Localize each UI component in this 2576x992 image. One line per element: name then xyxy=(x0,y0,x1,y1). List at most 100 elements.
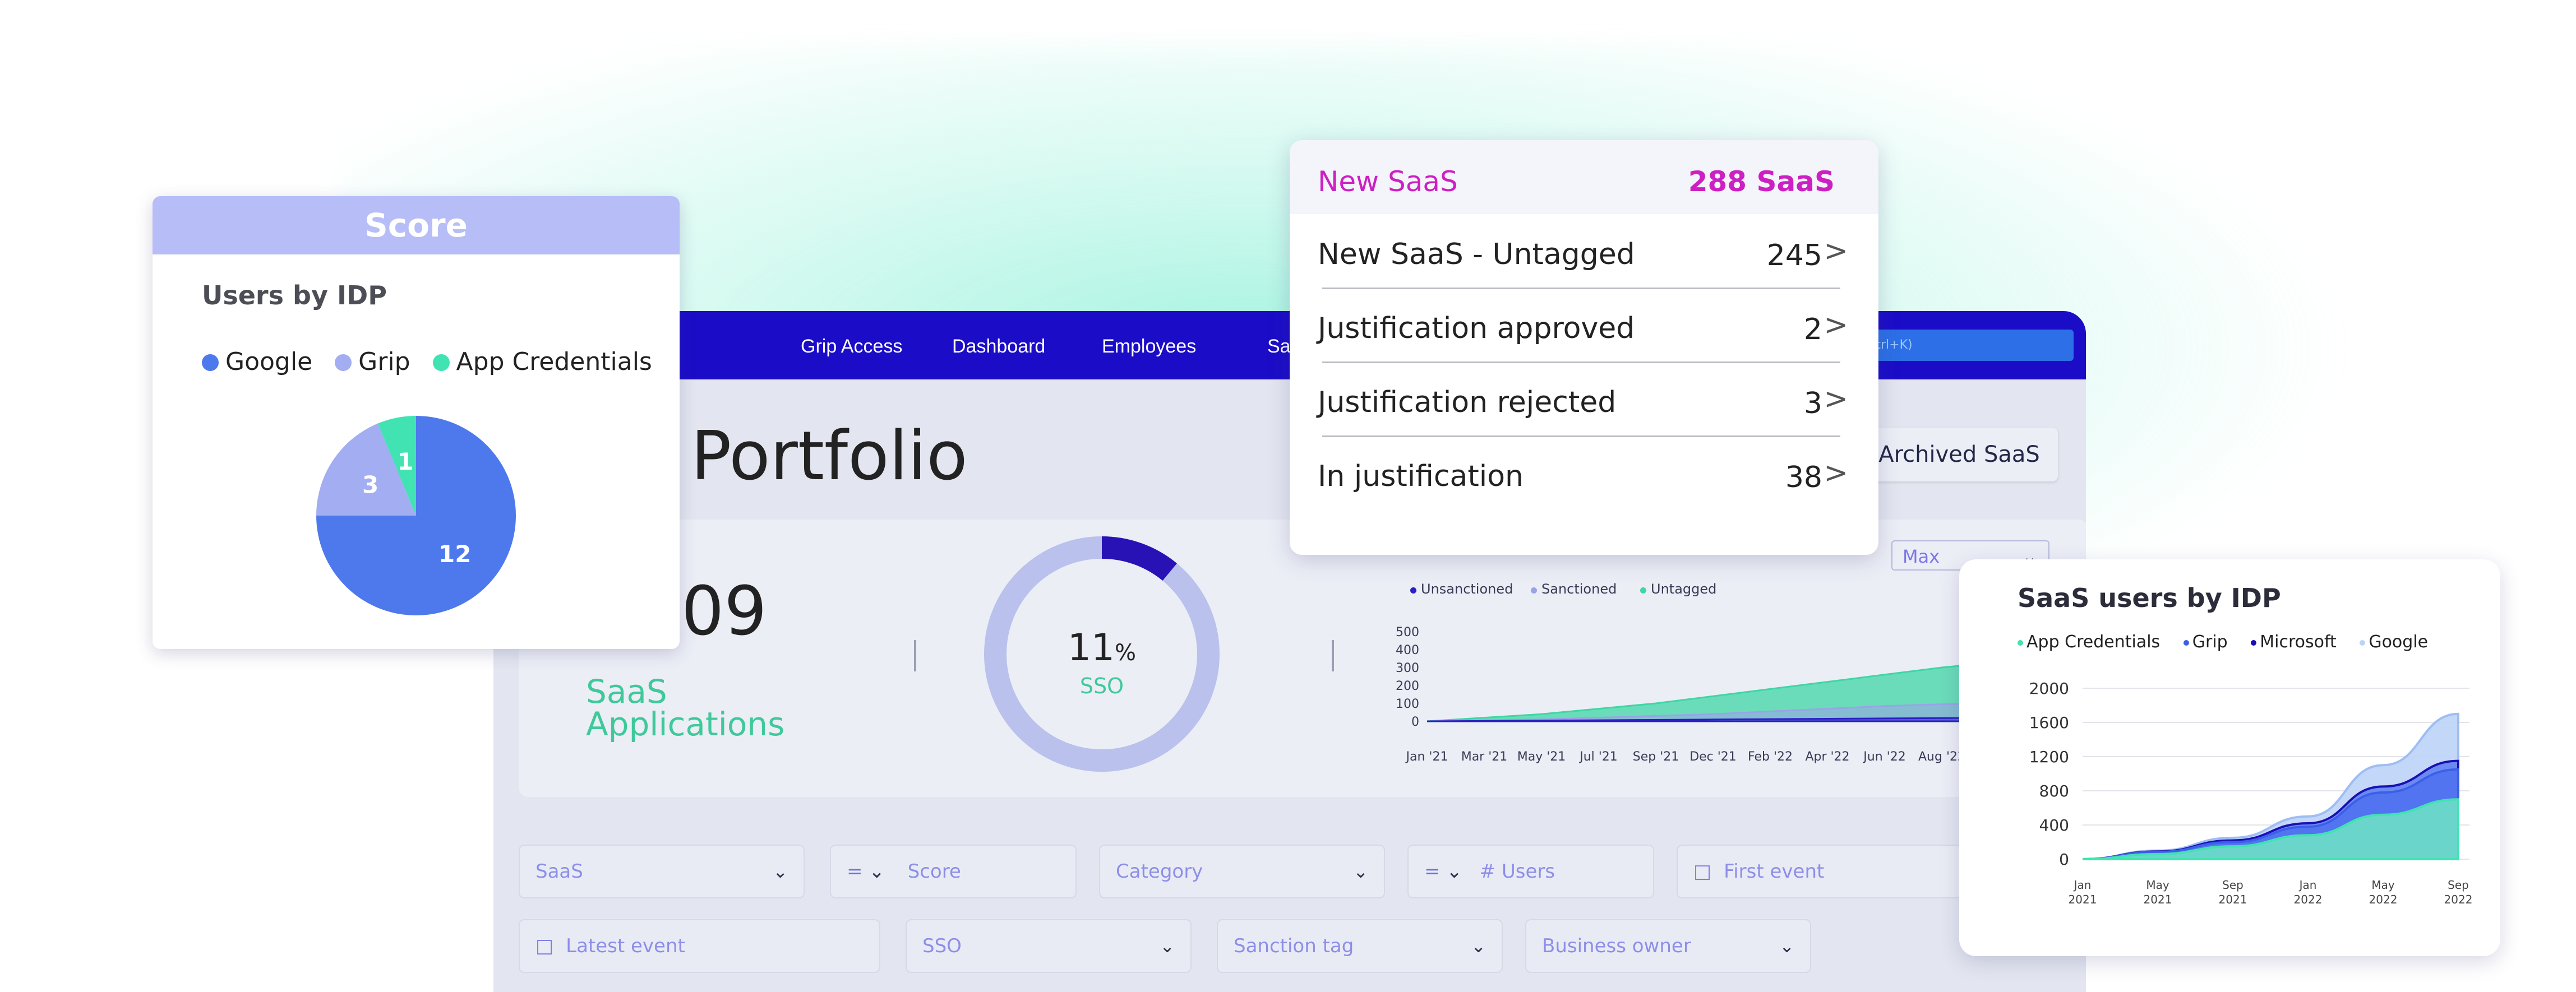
first-event-filter[interactable]: □ First event xyxy=(1677,845,1979,898)
archived-saas-button[interactable]: Archived SaaS xyxy=(1861,428,2058,481)
chevron-right-icon: > xyxy=(1823,456,1848,490)
y-tick-label: 1200 xyxy=(2029,748,2069,766)
saas-applications-label: SaaS Applications xyxy=(586,673,785,743)
y-tick-label: 2000 xyxy=(2029,679,2069,698)
saas-users-by-idp-chart: 2000160012008004000Jan2021May2021Sep2021… xyxy=(2029,679,2473,906)
legend-microsoft: Microsoft xyxy=(2251,632,2337,652)
x-tick-label: Jan xyxy=(2298,878,2317,892)
stats-card: 09 SaaS Applications 11% SSO Max ⌄ Unsanc… xyxy=(519,520,2086,797)
calendar-icon: □ xyxy=(1693,860,1712,883)
users-input: # Users xyxy=(1479,860,1555,883)
legend-grip: Grip xyxy=(335,347,410,376)
row-justification-rejected[interactable]: Justification rejected 3 > xyxy=(1318,363,1856,437)
x-tick-label: Sep xyxy=(2448,878,2469,892)
legend-untagged: Untagged xyxy=(1640,581,1716,597)
x-tick-label: Sep xyxy=(2222,878,2243,892)
new-saas-card: New SaaS 288 SaaS New SaaS - Untagged 245… xyxy=(1290,140,1878,555)
page-title: Portfolio xyxy=(691,418,968,495)
calendar-icon: □ xyxy=(535,935,554,957)
search-input[interactable]: Ctrl+K) xyxy=(1861,330,2074,361)
y-tick-label: 100 xyxy=(1396,697,1419,711)
pie-slice-label: 1 xyxy=(397,448,413,475)
row-justification-approved[interactable]: Justification approved 2 > xyxy=(1318,289,1856,363)
legend-app-credentials: App Credentials xyxy=(2018,632,2160,652)
chevron-down-icon: ⌄ xyxy=(1160,935,1175,957)
chevron-down-icon: ⌄ xyxy=(1471,935,1486,957)
x-tick-label: 2022 xyxy=(2369,893,2398,906)
chevron-down-icon: ⌄ xyxy=(773,861,788,882)
x-tick-label: May xyxy=(2146,878,2169,892)
x-tick-label: 2022 xyxy=(2444,893,2473,906)
x-tick-label: Feb '22 xyxy=(1748,750,1793,764)
pie-slice-label: 3 xyxy=(362,471,378,499)
idp-legend: App Credentials Grip Microsoft Google xyxy=(2018,632,2446,652)
saas-users-by-idp-card: SaaS users by IDP App Credentials Grip M… xyxy=(1959,559,2500,956)
operator-select: = xyxy=(847,860,863,883)
y-tick-label: 500 xyxy=(1396,626,1419,639)
x-tick-label: 2021 xyxy=(2069,893,2097,906)
x-tick-label: May xyxy=(2371,878,2395,892)
pie-slice-label: 12 xyxy=(438,540,471,568)
users-filter[interactable]: = ⌄ # Users xyxy=(1407,845,1654,898)
score-card-title: Score xyxy=(153,196,680,254)
nav-item-saas[interactable]: Sa xyxy=(1267,336,1291,358)
x-tick-label: 2022 xyxy=(2294,893,2323,906)
sso-percent: 11% xyxy=(1068,626,1136,669)
row-new-saas-untagged[interactable]: New SaaS - Untagged 245 > xyxy=(1318,215,1856,289)
x-tick-label: Apr '22 xyxy=(1805,750,1849,764)
new-saas-title: New SaaS xyxy=(1318,165,1458,198)
y-tick-label: 400 xyxy=(1396,643,1419,657)
y-tick-label: 300 xyxy=(1396,661,1419,675)
chevron-down-icon: ⌄ xyxy=(1353,861,1368,882)
x-tick-label: Sep '21 xyxy=(1633,750,1679,764)
score-input: Score xyxy=(907,860,961,883)
y-tick-label: 200 xyxy=(1396,679,1419,693)
row-in-justification[interactable]: In justification 38 > xyxy=(1318,437,1856,511)
sso-filter-select[interactable]: SSO ⌄ xyxy=(906,919,1192,973)
legend-unsanctioned: Unsanctioned xyxy=(1410,581,1513,597)
chevron-right-icon: > xyxy=(1823,308,1848,342)
legend-google: Google xyxy=(202,347,312,376)
y-tick-label: 0 xyxy=(1411,715,1419,729)
nav-item-employees[interactable]: Employees xyxy=(1102,336,1196,358)
x-tick-label: Dec '21 xyxy=(1689,750,1737,764)
y-tick-label: 400 xyxy=(2039,816,2069,835)
x-tick-label: 2021 xyxy=(2144,893,2172,906)
chevron-right-icon: > xyxy=(1823,382,1848,416)
chevron-right-icon: > xyxy=(1823,234,1848,268)
legend-sanctioned: Sanctioned xyxy=(1531,581,1617,597)
nav-item-grip-access[interactable]: Grip Access xyxy=(801,336,902,358)
chevron-down-icon: ⌄ xyxy=(1779,935,1794,957)
operator-select: = xyxy=(1424,860,1441,883)
idp-chart-title: SaaS users by IDP xyxy=(2018,583,2281,613)
business-owner-filter-select[interactable]: Business owner ⌄ xyxy=(1525,919,1811,973)
x-tick-label: Jul '21 xyxy=(1578,750,1618,764)
divider xyxy=(1332,640,1334,671)
saas-trend-chart: 500 400 300 200 100 0 Jan '21 Mar '21 May '21 Jul… xyxy=(1396,626,2010,764)
users-by-idp-subtitle: Users by IDP xyxy=(202,280,387,310)
sso-label: SSO xyxy=(1079,674,1124,698)
x-tick-label: Mar '21 xyxy=(1461,750,1508,764)
sso-donut: 11% SSO xyxy=(978,531,1225,777)
divider xyxy=(914,640,916,671)
x-tick-label: Jan '21 xyxy=(1405,750,1448,764)
latest-event-filter[interactable]: □ Latest event xyxy=(519,919,880,973)
sanction-tag-filter-select[interactable]: Sanction tag ⌄ xyxy=(1217,919,1503,973)
x-tick-label: 2021 xyxy=(2219,893,2247,906)
saas-count: 09 xyxy=(681,573,767,651)
legend-google: Google xyxy=(2360,632,2428,652)
nav-item-dashboard[interactable]: Dashboard xyxy=(952,336,1045,358)
score-filter[interactable]: = ⌄ Score xyxy=(830,845,1077,898)
y-tick-label: 800 xyxy=(2039,782,2069,800)
new-saas-count: 288 SaaS xyxy=(1688,165,1835,198)
score-card: Score Users by IDP Google Grip App Crede… xyxy=(153,196,680,649)
saas-filter-select[interactable]: SaaS ⌄ xyxy=(519,845,805,898)
x-tick-label: May '21 xyxy=(1517,750,1566,764)
x-tick-label: Jan xyxy=(2073,878,2092,892)
x-tick-label: Aug '22 xyxy=(1918,750,1965,764)
users-by-idp-pie: 12 31 xyxy=(316,416,516,615)
category-filter-select[interactable]: Category ⌄ xyxy=(1099,845,1385,898)
new-saas-header: New SaaS 288 SaaS xyxy=(1290,140,1878,214)
legend-grip: Grip xyxy=(2183,632,2228,652)
y-tick-label: 1600 xyxy=(2029,713,2069,732)
